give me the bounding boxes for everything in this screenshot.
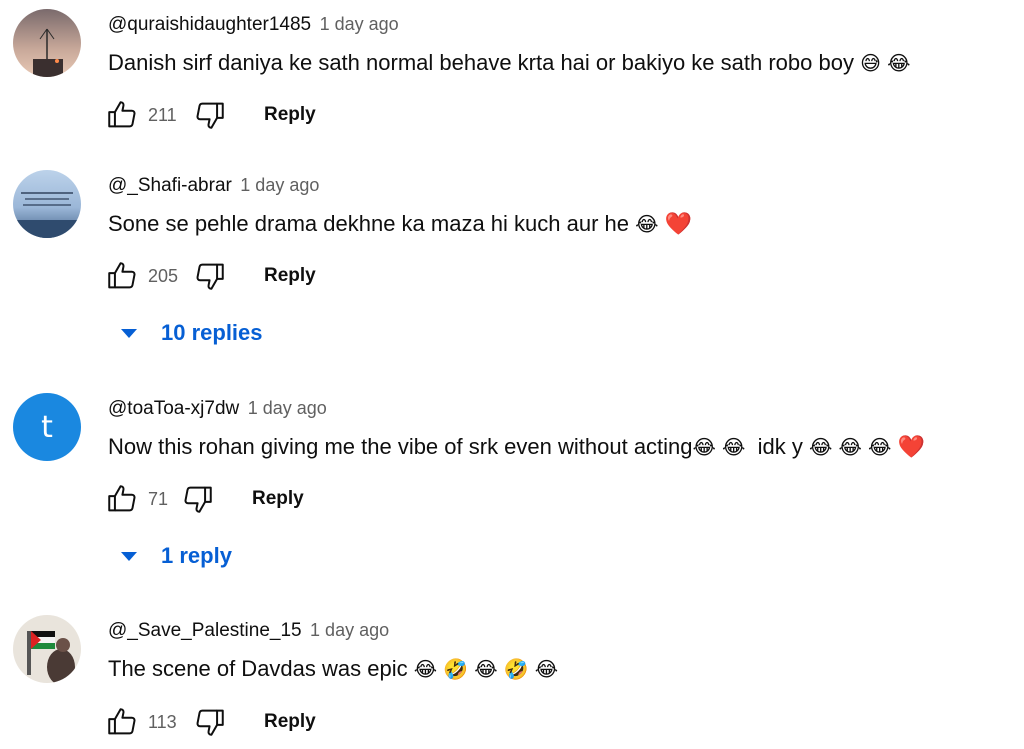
author-name[interactable]: @quraishidaughter1485: [108, 14, 311, 35]
thumbs-down-icon: [196, 263, 224, 290]
replies-label: 1 reply: [161, 543, 232, 568]
author-name[interactable]: @toaToa-xj7dw: [108, 398, 239, 419]
emoji: 😂: [413, 657, 438, 681]
thumbs-up-icon: [108, 485, 136, 512]
comment-header: @_Shafi-abrar 1 day ago: [108, 172, 319, 200]
like-button[interactable]: [104, 258, 140, 294]
emoji: 😂: [722, 435, 746, 459]
thumbs-up-icon: [108, 262, 136, 289]
thumbs-up-icon: [108, 101, 136, 128]
emoji: 😂: [868, 435, 892, 459]
like-count: 211: [148, 104, 177, 125]
emoji: 😂: [887, 51, 911, 75]
view-replies-button[interactable]: 10 replies: [118, 320, 263, 346]
emoji: 😂: [838, 435, 862, 459]
author-name[interactable]: @_Save_Palestine_15: [108, 620, 302, 641]
comment-text: Now this rohan giving me the vibe of srk…: [108, 432, 925, 463]
view-replies-button[interactable]: 1 reply: [118, 543, 232, 569]
like-count: 113: [148, 711, 177, 732]
like-button[interactable]: [104, 704, 140, 740]
like-count: 205: [148, 265, 179, 286]
comment-time[interactable]: 1 day ago: [310, 620, 389, 640]
emoji: 😂: [809, 435, 833, 459]
avatar-letter: t: [41, 409, 53, 445]
like-button[interactable]: [104, 97, 140, 133]
thumbs-down-icon: [196, 102, 224, 129]
emoji: 😂: [692, 435, 716, 459]
comment-text: The scene of Davdas was epic 😂 🤣 😂 🤣 😂: [108, 654, 558, 684]
emoji: 😂: [534, 657, 559, 681]
caret-down-icon: [121, 551, 137, 561]
emoji: 😅: [860, 51, 881, 75]
reply-button[interactable]: Reply: [252, 488, 304, 510]
emoji: 🤣: [503, 657, 529, 681]
comment-body: Now this rohan giving me the vibe of srk…: [108, 434, 693, 459]
replies-label: 10 replies: [161, 320, 263, 345]
avatar[interactable]: [13, 170, 81, 238]
author-name[interactable]: @_Shafi-abrar: [108, 175, 232, 196]
comment-actions: 71 Reply: [104, 481, 304, 517]
avatar[interactable]: [13, 615, 81, 683]
comment-time[interactable]: 1 day ago: [320, 14, 399, 34]
reply-button[interactable]: Reply: [264, 711, 316, 733]
heart-emoji: ❤️: [897, 435, 925, 460]
reply-button[interactable]: Reply: [264, 104, 316, 126]
comment-actions: 211 Reply: [104, 97, 316, 133]
comment-body-tail: idk y: [757, 434, 803, 459]
comment-body: The scene of Davdas was epic: [108, 656, 408, 681]
emoji: 😂: [635, 212, 659, 236]
like-count: 71: [148, 488, 169, 509]
avatar[interactable]: [13, 9, 81, 77]
comment-header: @quraishidaughter1485 1 day ago: [108, 11, 399, 39]
dislike-button[interactable]: [180, 481, 216, 517]
emoji: 😂: [474, 657, 498, 681]
emoji: 🤣: [443, 657, 469, 681]
comment-header: @_Save_Palestine_15 1 day ago: [108, 617, 389, 645]
comment-text: Danish sirf daniya ke sath normal behave…: [108, 48, 910, 78]
avatar[interactable]: t: [13, 393, 81, 461]
comment-time[interactable]: 1 day ago: [248, 398, 327, 418]
thumbs-down-icon: [196, 709, 224, 736]
comment-header: @toaToa-xj7dw 1 day ago: [108, 395, 327, 423]
reply-button[interactable]: Reply: [264, 265, 316, 287]
comment-actions: 113 Reply: [104, 704, 316, 740]
caret-down-icon: [121, 328, 137, 338]
comment-text: Sone se pehle drama dekhne ka maza hi ku…: [108, 209, 692, 240]
comment-body: Danish sirf daniya ke sath normal behave…: [108, 50, 854, 75]
dislike-button[interactable]: [192, 704, 228, 740]
dislike-button[interactable]: [192, 97, 228, 133]
heart-emoji: ❤️: [664, 212, 693, 237]
comment-actions: 205 Reply: [104, 258, 316, 294]
comment-body: Sone se pehle drama dekhne ka maza hi ku…: [108, 211, 629, 236]
thumbs-down-icon: [184, 486, 212, 513]
like-button[interactable]: [104, 481, 140, 517]
comment-time[interactable]: 1 day ago: [240, 175, 319, 195]
dislike-button[interactable]: [192, 258, 228, 294]
thumbs-up-icon: [108, 708, 136, 735]
